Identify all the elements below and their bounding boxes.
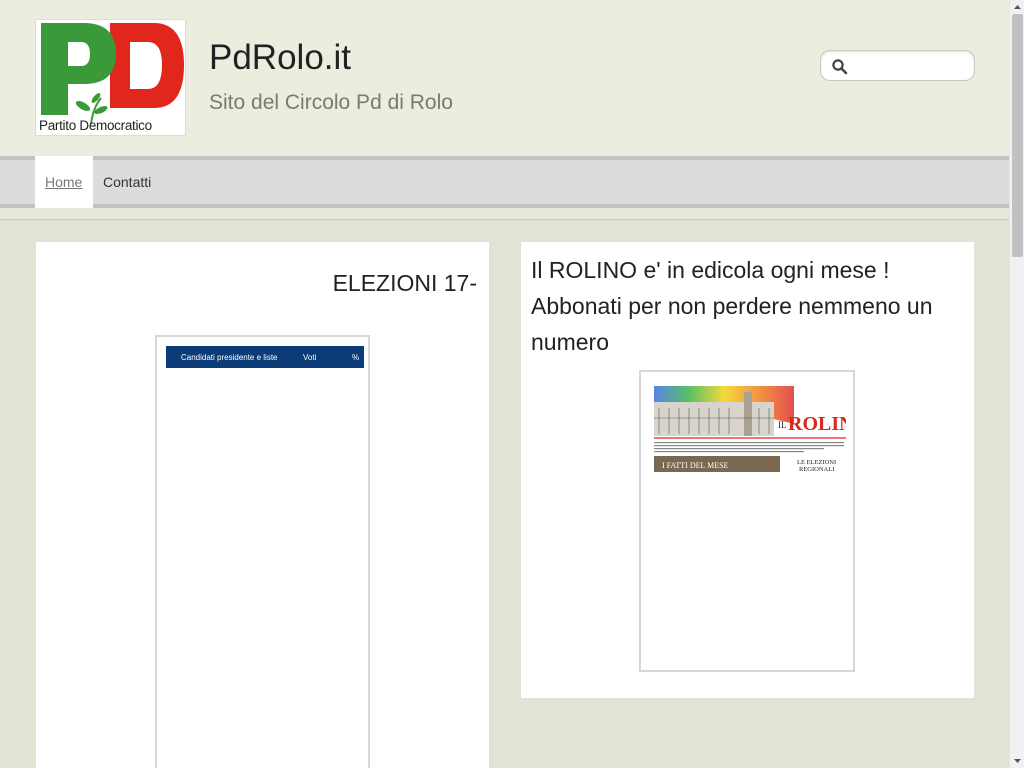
- scroll-down-arrow-icon[interactable]: [1010, 754, 1024, 768]
- main-nav: Home Contatti: [0, 156, 1009, 208]
- page-scrollbar[interactable]: [1009, 0, 1024, 768]
- search-icon: [832, 59, 848, 75]
- rolino-cover-image[interactable]: IL ROLINO I FATTI DEL MESE LE ELEZIONI R…: [639, 370, 855, 672]
- site-title[interactable]: PdRolo.it: [209, 38, 351, 78]
- rolino-announcement: Il ROLINO e' in edicola ogni mese ! Abbo…: [531, 257, 933, 355]
- scroll-up-arrow-icon[interactable]: [1010, 0, 1024, 14]
- nav-item-contatti[interactable]: Contatti: [93, 156, 161, 208]
- column-candidates: Candidati presidente e liste: [181, 353, 278, 362]
- rolino-cover: IL ROLINO I FATTI DEL MESE LE ELEZIONI R…: [654, 384, 846, 474]
- column-percent: %: [352, 353, 360, 362]
- nav-divider: [0, 208, 1009, 220]
- site-subtitle: Sito del Circolo Pd di Rolo: [209, 91, 453, 114]
- nav-item-home[interactable]: Home: [35, 156, 93, 208]
- pd-logo[interactable]: Partito Democratico: [35, 19, 186, 136]
- column-votes: Voti: [303, 353, 317, 362]
- elections-heading: ELEZIONI 17-: [332, 270, 477, 296]
- svg-text:IL: IL: [778, 420, 787, 430]
- svg-text:ROLINO: ROLINO: [788, 413, 846, 435]
- rolino-panel: Il ROLINO e' in edicola ogni mese ! Abbo…: [521, 242, 974, 698]
- svg-text:I FATTI DEL MESE: I FATTI DEL MESE: [662, 461, 729, 470]
- elections-panel: ELEZIONI 17- Candidati presidente e list…: [36, 242, 489, 768]
- search-box[interactable]: [820, 50, 975, 81]
- scrollbar-thumb[interactable]: [1012, 14, 1023, 257]
- results-table-header: Candidati presidente e liste Voti %: [166, 346, 364, 368]
- election-results-image[interactable]: Candidati presidente e liste Voti %: [155, 335, 370, 768]
- search-input[interactable]: [853, 55, 968, 77]
- logo-text: Partito Democratico: [39, 118, 152, 133]
- site-header: Partito Democratico PdRolo.it Sito del C…: [0, 0, 1009, 156]
- svg-text:REGIONALI: REGIONALI: [799, 466, 834, 473]
- svg-text:LE ELEZIONI: LE ELEZIONI: [797, 459, 836, 466]
